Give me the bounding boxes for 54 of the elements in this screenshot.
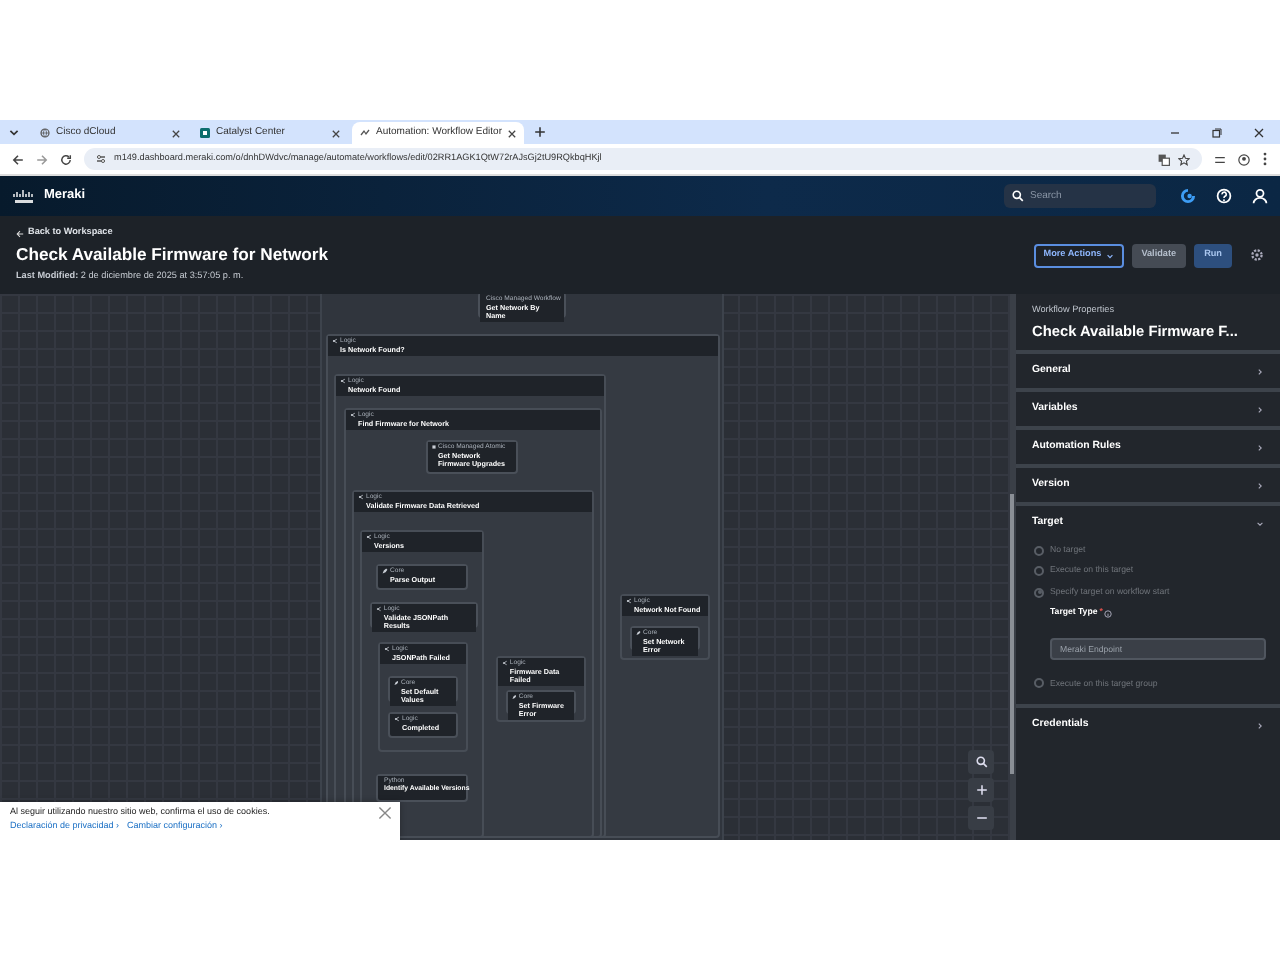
search-icon: [975, 756, 987, 768]
branch-icon: [376, 606, 382, 612]
settings-icon[interactable]: [1250, 248, 1264, 262]
close-button[interactable]: [378, 806, 392, 820]
minimize-icon[interactable]: [1170, 127, 1180, 137]
branch-icon: [358, 494, 364, 500]
more-icon[interactable]: [1262, 152, 1268, 166]
workflow-title: Check Available Firmware for Network: [16, 242, 329, 268]
logic-block[interactable]: [326, 334, 720, 838]
caret-icon: [1105, 251, 1114, 259]
new-tab-icon[interactable]: [534, 126, 546, 138]
globe-icon: [40, 128, 50, 138]
translate-icon[interactable]: [1158, 153, 1170, 165]
sync-icon[interactable]: [1180, 188, 1196, 204]
pen-icon: [512, 694, 517, 700]
branch-icon: [332, 338, 338, 344]
branch-icon: [384, 646, 390, 652]
workflow-canvas[interactable]: [0, 294, 1010, 840]
profile-icon[interactable]: [1238, 153, 1250, 165]
arrow-left-icon: [16, 229, 24, 238]
flow-icon: [360, 128, 370, 138]
plus-icon: [975, 784, 987, 796]
branch-icon: [394, 716, 400, 722]
info-icon: [1104, 609, 1113, 618]
pen-icon: [382, 568, 388, 574]
branch-icon: [502, 660, 508, 666]
star-icon[interactable]: [1178, 153, 1190, 165]
close-icon: [378, 806, 392, 820]
zoom-in-button[interactable]: [968, 778, 994, 802]
tab-list-icon[interactable]: [8, 126, 20, 138]
branch-icon: [366, 534, 372, 540]
help-icon[interactable]: [1216, 188, 1232, 204]
close-icon[interactable]: [508, 129, 516, 137]
minus-icon: [975, 812, 987, 824]
restore-icon[interactable]: [1212, 127, 1222, 137]
pen-icon: [394, 680, 399, 686]
site-info-icon[interactable]: [96, 154, 106, 164]
close-icon[interactable]: [332, 129, 340, 137]
back-icon[interactable]: [12, 153, 24, 165]
reload-icon[interactable]: [60, 153, 72, 165]
scrollbar[interactable]: [1010, 294, 1014, 840]
pen-icon: [636, 630, 641, 636]
branch-icon: [626, 598, 632, 604]
branch-icon: [350, 412, 356, 418]
search-button[interactable]: [968, 750, 994, 774]
user-icon[interactable]: [1252, 188, 1268, 204]
zoom-out-button[interactable]: [968, 806, 994, 830]
logic-block[interactable]: [352, 490, 594, 838]
branch-icon: [340, 378, 346, 384]
close-icon[interactable]: [172, 129, 180, 137]
logo-icon: [12, 189, 36, 203]
forward-icon[interactable]: [36, 153, 48, 165]
app-icon: [200, 128, 210, 138]
close-icon[interactable]: [1254, 127, 1264, 137]
